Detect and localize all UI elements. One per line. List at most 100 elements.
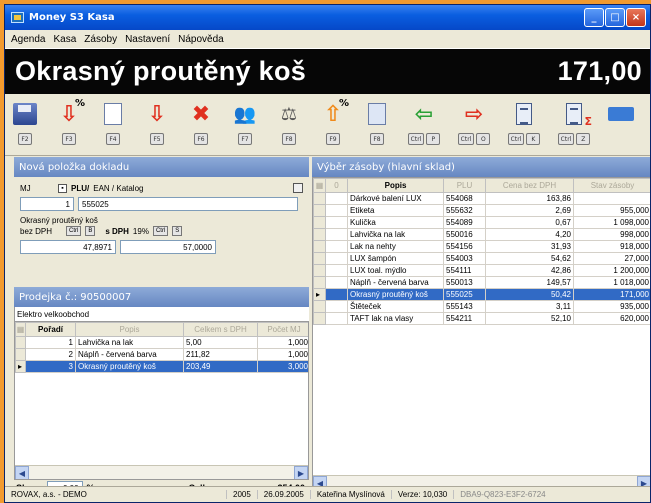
table-row[interactable]: LUX šampón 554003 54,62 27,000 xyxy=(313,252,650,265)
edit-item-button[interactable]: F4 xyxy=(97,100,129,152)
row-index: 3 xyxy=(25,360,76,373)
item-name-label: Okrasný proutěný koš xyxy=(20,215,98,225)
table-row-selected[interactable]: ▸ 3 Okrasný proutěný koš 203,49 3,000 xyxy=(15,360,308,373)
ctrl-s-button[interactable]: Ctrl xyxy=(152,226,169,236)
s-key-button[interactable]: S xyxy=(172,226,183,236)
status-year: 2005 xyxy=(227,490,258,499)
next-button[interactable]: ⇨ Ctrl O xyxy=(455,100,493,152)
app-window: Money S3 Kasa _ □ × Agenda Kasa Zásoby N… xyxy=(4,4,651,503)
table-row[interactable]: 2 Náplň - červená barva 211,82 1,000 xyxy=(15,348,308,361)
row-description: Okrasný proutěný koš xyxy=(75,360,184,373)
menu-kasa[interactable]: Kasa xyxy=(49,34,80,45)
lookup-button[interactable] xyxy=(293,183,303,193)
receipt-header: Prodejka č.: 90500007 xyxy=(14,287,309,307)
row-pointer-icon: ▸ xyxy=(313,288,326,301)
col-popis[interactable]: Popis xyxy=(347,178,444,193)
col-poradi[interactable]: Pořadí xyxy=(25,322,76,337)
menu-napoveda[interactable]: Nápověda xyxy=(174,34,228,45)
col-plu[interactable]: PLU xyxy=(443,178,486,193)
stock-grid: ▦ 0 Popis PLU Cena bez DPH Stav zásoby D… xyxy=(312,177,650,490)
table-row[interactable]: LUX toal. mýdlo 554111 42,86 1 200,000 xyxy=(313,264,650,277)
table-row[interactable]: Lak na nehty 554156 31,93 918,000 xyxy=(313,240,650,253)
title-bar: Money S3 Kasa _ □ × xyxy=(5,5,650,30)
table-row[interactable]: Náplň - červená barva 550013 149,57 1 018,0… xyxy=(313,276,650,289)
mj-label: MJ xyxy=(20,183,31,193)
table-row[interactable]: Etiketa 555632 2,69 955,000 xyxy=(313,204,650,217)
col-pocet[interactable]: Počet MJ xyxy=(257,322,308,337)
discount-up-icon: ⇧% xyxy=(323,98,349,127)
stock-panel: Výběr zásoby (hlavní sklad) ▦ 0 Popis PL… xyxy=(312,157,650,490)
menu-agenda[interactable]: Agenda xyxy=(7,34,49,45)
receipt-customer: Elektro velkoobchod xyxy=(14,307,309,321)
key-hint: O xyxy=(476,133,491,145)
horizontal-scrollbar[interactable]: ◀ ▶ xyxy=(15,465,308,479)
menu-zasoby[interactable]: Zásoby xyxy=(80,34,121,45)
vat-rate: 19% xyxy=(132,226,149,236)
table-row[interactable]: 1 Lahvička na lak 5,00 1,000 xyxy=(15,336,308,349)
discount-down-button[interactable]: ⇩% F3 xyxy=(53,98,85,152)
new-item-panel: Nová položka dokladu MJ ▪ PLU/ EAN / Kat… xyxy=(14,157,309,496)
banner-item-name: Okrasný proutěný koš xyxy=(15,56,307,86)
delete-x-icon: ✖ xyxy=(191,101,211,127)
key-hint: P xyxy=(426,133,441,145)
col-stock[interactable]: Stav zásoby xyxy=(573,178,650,193)
stock-header: Výběr zásoby (hlavní sklad) xyxy=(312,157,650,177)
row-description: Náplň - červená barva xyxy=(75,348,184,361)
table-row[interactable]: Štěteček 555143 3,11 935,000 xyxy=(313,300,650,313)
row-pointer-icon: ▸ xyxy=(15,360,26,373)
scroll-right-icon[interactable]: ▶ xyxy=(294,466,308,479)
table-row[interactable]: Lahvička na lak 550016 4,20 998,000 xyxy=(313,228,650,241)
scroll-left-icon[interactable]: ◀ xyxy=(15,466,29,479)
table-row[interactable]: Kulička 554089 0,67 1 098,000 xyxy=(313,216,650,229)
key-hint: F8 xyxy=(370,133,384,145)
ctrl-b-button[interactable]: Ctrl xyxy=(66,226,82,236)
close-button[interactable]: × xyxy=(626,8,646,27)
key-hint: Ctrl xyxy=(557,133,575,145)
col-price[interactable]: Cena bez DPH xyxy=(485,178,574,193)
plu-field[interactable]: 555025 xyxy=(78,197,298,211)
register-button[interactable]: F8 xyxy=(361,100,393,152)
col-popis[interactable]: Popis xyxy=(75,322,184,337)
row-index: 1 xyxy=(25,336,76,349)
toolbar: F2 ⇩% F3 F4 ⇩ F5 ✖ F6 👥 F7 ⚖ F8 ⇧% F9 F8… xyxy=(5,94,650,156)
row-quantity: 3,000 xyxy=(257,360,308,373)
price-net-field[interactable]: 47,8971 xyxy=(20,240,116,254)
table-row[interactable]: Dárkové balení LUX 554068 163,86 xyxy=(313,192,650,205)
scale-button[interactable]: ⚖ F8 xyxy=(273,100,305,152)
table-row-selected[interactable]: ▸ Okrasný proutěný koš 555025 50,42 171,000 xyxy=(313,288,650,301)
b-key-button[interactable]: B xyxy=(85,226,96,236)
keyboard-button[interactable] xyxy=(605,100,637,152)
menu-nastaveni[interactable]: Nastavení xyxy=(121,34,174,45)
quantity-field[interactable]: 1 xyxy=(20,197,74,211)
receipt-grid: ▦ Pořadí Popis Celkem s DPH Počet MJ 1 L… xyxy=(14,321,309,480)
arrow-right-icon: ⇨ xyxy=(464,101,484,127)
document-button[interactable]: Ctrl K xyxy=(505,100,543,152)
minimize-button[interactable]: _ xyxy=(584,8,604,27)
save-button[interactable]: F2 xyxy=(9,100,41,152)
row-total: 211,82 xyxy=(183,348,258,361)
price-gross-field[interactable]: 57,0000 xyxy=(120,240,216,254)
plu-checkbox[interactable]: ▪ xyxy=(58,183,67,193)
col-celkem[interactable]: Celkem s DPH xyxy=(183,322,258,337)
save-disk-icon xyxy=(13,103,37,125)
status-company: ROVAX, a.s. - DEMO xyxy=(5,490,227,499)
document-sum-button[interactable]: Σ Ctrl Z xyxy=(555,100,593,152)
row-total: 5,00 xyxy=(183,336,258,349)
document-sum-icon: Σ xyxy=(560,100,592,128)
key-hint: F4 xyxy=(106,133,120,145)
delete-button[interactable]: ✖ F6 xyxy=(185,100,217,152)
move-down-button[interactable]: ⇩ F5 xyxy=(141,100,173,152)
key-hint: F3 xyxy=(62,133,76,145)
discount-up-button[interactable]: ⇧% F9 xyxy=(317,98,349,152)
key-hint: F8 xyxy=(282,133,296,145)
table-row[interactable]: TAFT lak na vlasy 554211 52,10 620,000 xyxy=(313,312,650,325)
col-flag[interactable]: 0 xyxy=(325,178,348,193)
previous-button[interactable]: ⇦ Ctrl P xyxy=(405,100,443,152)
window-title: Money S3 Kasa xyxy=(29,12,115,23)
document-icon xyxy=(510,100,538,128)
customers-button[interactable]: 👥 F7 xyxy=(229,100,261,152)
status-version: Verze: 10,030 xyxy=(392,490,455,499)
customers-icon: 👥 xyxy=(233,103,257,125)
maximize-button[interactable]: □ xyxy=(605,8,625,27)
grid-corner-icon: ▦ xyxy=(313,178,326,193)
